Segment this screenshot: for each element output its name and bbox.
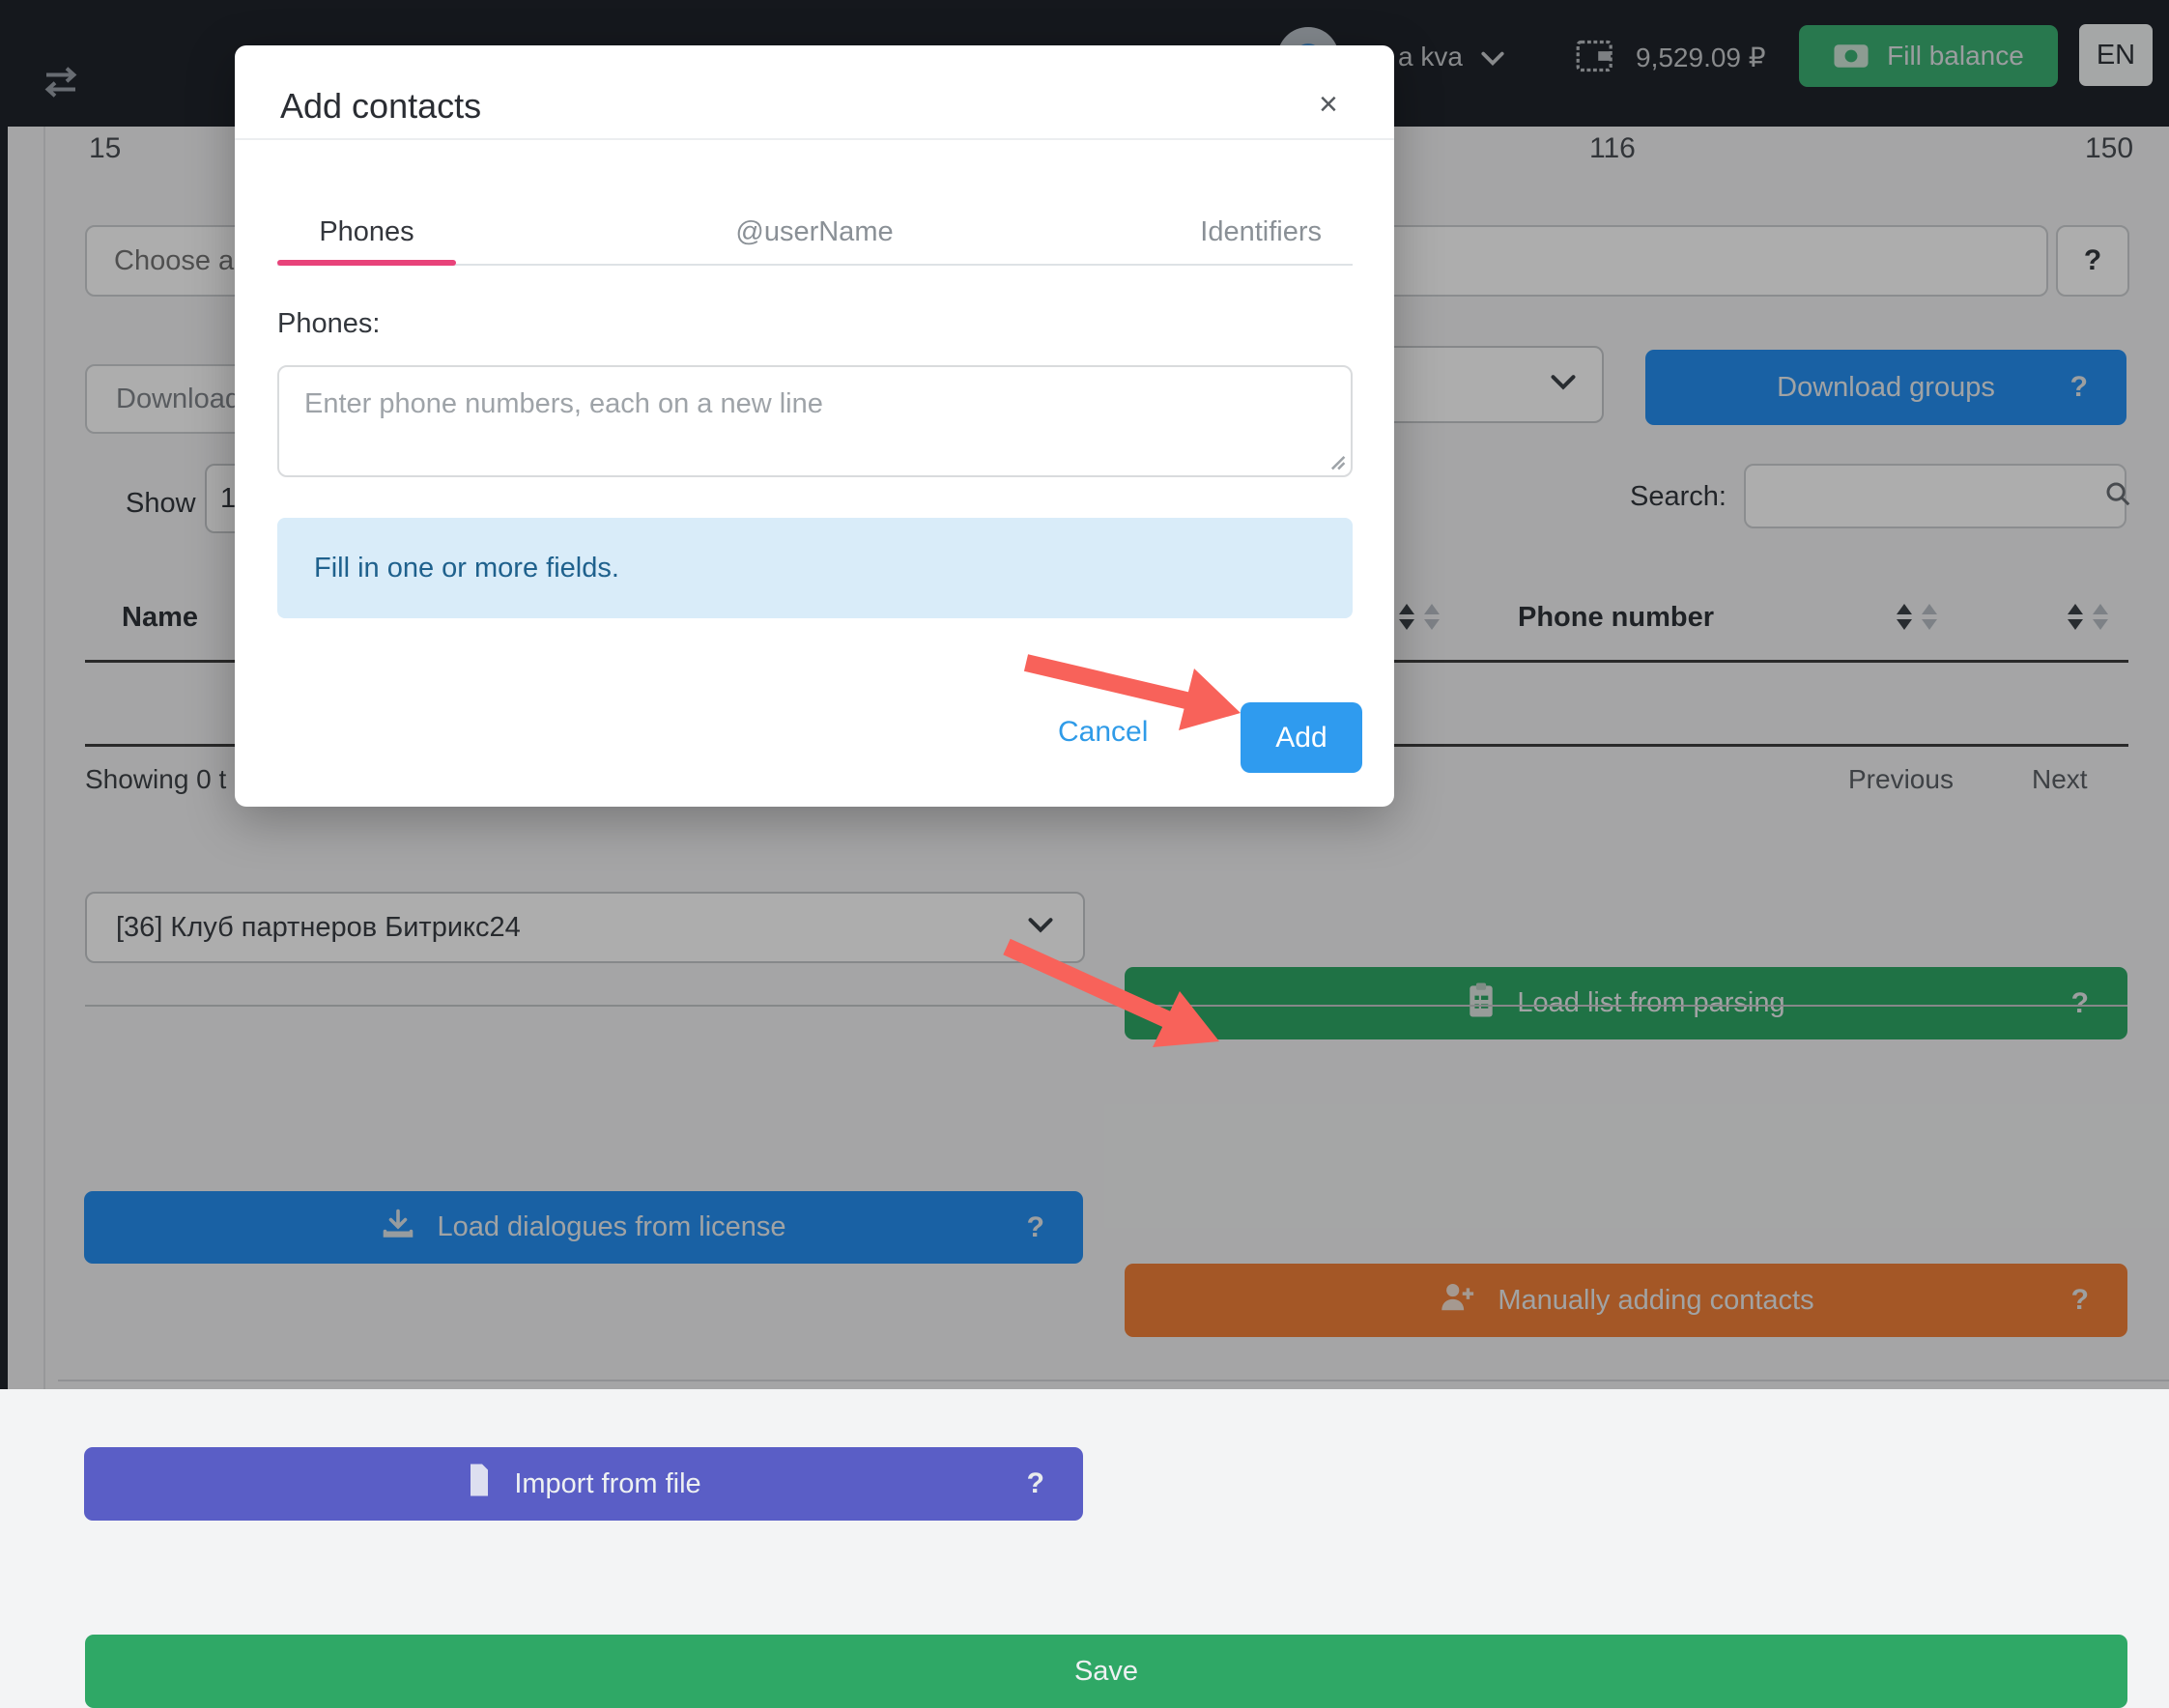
info-alert-text: Fill in one or more fields. (314, 553, 619, 584)
phones-field-label: Phones: (277, 308, 380, 340)
add-contacts-modal: Add contacts × Phones @userName Identifi… (235, 45, 1394, 807)
phones-textarea[interactable] (277, 365, 1353, 477)
cancel-button[interactable]: Cancel (1058, 716, 1148, 749)
tab-phones[interactable]: Phones (277, 200, 456, 264)
save-button[interactable]: Save (85, 1635, 2127, 1708)
add-button[interactable]: Add (1241, 702, 1362, 773)
close-icon[interactable]: × (1319, 88, 1338, 121)
file-icon (466, 1463, 493, 1505)
help-badge: ? (1027, 1467, 1044, 1500)
modal-title: Add contacts (280, 86, 481, 127)
active-tab-underline (277, 260, 456, 266)
tab-identifiers[interactable]: Identifiers (718, 200, 1549, 264)
import-from-file-button[interactable]: Import from file ? (84, 1447, 1083, 1521)
resize-handle-icon[interactable] (1325, 449, 1346, 475)
import-file-label: Import from file (514, 1468, 700, 1500)
save-label: Save (1074, 1656, 1138, 1688)
info-alert: Fill in one or more fields. (277, 518, 1353, 618)
modal-header-divider (235, 138, 1394, 140)
